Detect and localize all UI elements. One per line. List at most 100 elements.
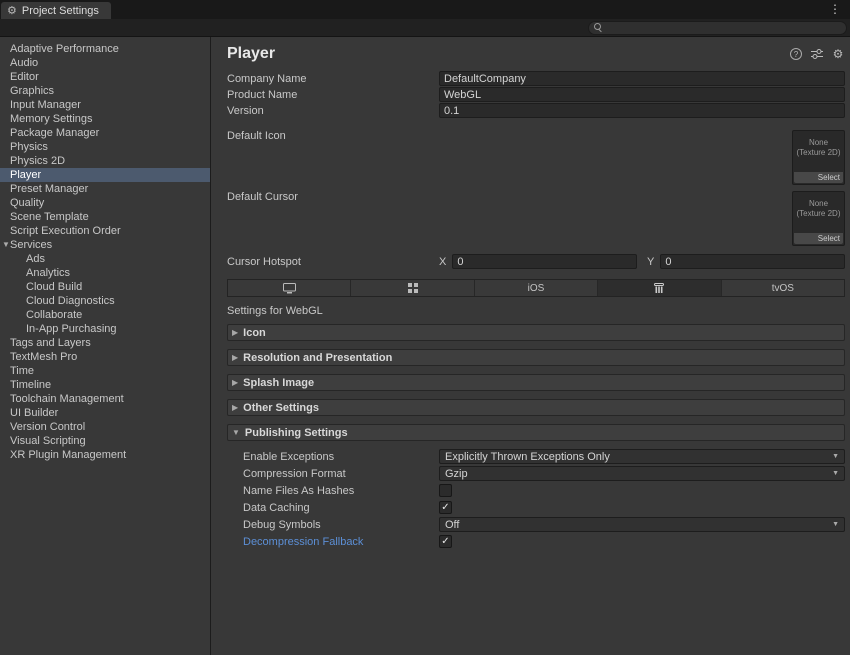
debug-symbols-dropdown[interactable]: Off ▼ xyxy=(439,517,845,532)
section-header[interactable]: ▶ Icon xyxy=(227,324,845,341)
settings-sections: ▶ Icon ▶ Resolution and Presentation ▶ S… xyxy=(227,324,845,416)
search-box[interactable] xyxy=(588,21,847,35)
sidebar-item[interactable]: Physics 2D xyxy=(0,154,210,168)
sidebar-item[interactable]: UI Builder xyxy=(0,406,210,420)
sidebar-item[interactable]: Package Manager xyxy=(0,126,210,140)
decompression-fallback-label[interactable]: Decompression Fallback xyxy=(243,536,439,548)
name-files-as-hashes-label: Name Files As Hashes xyxy=(243,485,439,497)
sidebar-item[interactable]: Cloud Build xyxy=(0,280,210,294)
debug-symbols-label: Debug Symbols xyxy=(243,519,439,531)
version-label: Version xyxy=(227,105,439,117)
sidebar-item-label: Toolchain Management xyxy=(10,393,124,405)
platform-tab-dedicated-server[interactable] xyxy=(351,280,474,296)
section-header[interactable]: ▶ Splash Image xyxy=(227,374,845,391)
sidebar-item[interactable]: Time xyxy=(0,364,210,378)
default-cursor-label: Default Cursor xyxy=(227,191,439,203)
sidebar-item-label: Player xyxy=(10,169,41,181)
sidebar-item[interactable]: Script Execution Order xyxy=(0,224,210,238)
sidebar-item[interactable]: Ads xyxy=(0,252,210,266)
dropdown-value: Explicitly Thrown Exceptions Only xyxy=(445,451,610,463)
default-icon-select-button[interactable]: Select xyxy=(794,172,843,183)
gear-icon[interactable]: ⚙ xyxy=(831,47,845,61)
debug-symbols-row: Debug Symbols Off ▼ xyxy=(227,517,845,532)
sidebar-item[interactable]: TextMesh Pro xyxy=(0,350,210,364)
project-settings-tab[interactable]: ⚙ Project Settings xyxy=(1,2,111,19)
sidebar-item[interactable]: Preset Manager xyxy=(0,182,210,196)
sidebar-item[interactable]: Quality xyxy=(0,196,210,210)
sidebar-item-label: Memory Settings xyxy=(10,113,93,125)
search-icon xyxy=(594,23,603,32)
settings-gear-icon: ⚙ xyxy=(7,4,17,17)
sidebar-item[interactable]: Analytics xyxy=(0,266,210,280)
product-name-field[interactable] xyxy=(439,87,845,102)
monitor-icon xyxy=(283,283,296,294)
cursor-hotspot-row: Cursor Hotspot X Y xyxy=(227,254,845,269)
sidebar-item[interactable]: Physics xyxy=(0,140,210,154)
header-icons: ? ⚙ xyxy=(789,47,845,61)
foldout-collapsed-icon: ▶ xyxy=(232,378,238,387)
sidebar-item[interactable]: Scene Template xyxy=(0,210,210,224)
name-files-as-hashes-checkbox[interactable] xyxy=(439,484,452,497)
sidebar-item[interactable]: Memory Settings xyxy=(0,112,210,126)
sidebar-item[interactable]: Cloud Diagnostics xyxy=(0,294,210,308)
settings-sidebar: Adaptive Performance Audio Editor Graphi… xyxy=(0,37,211,655)
platform-tab-bar: iOS tvOS xyxy=(227,279,845,297)
sidebar-item[interactable]: Version Control xyxy=(0,420,210,434)
enable-exceptions-label: Enable Exceptions xyxy=(243,451,439,463)
sidebar-item-label: Ads xyxy=(26,253,45,265)
decompression-fallback-checkbox[interactable]: ✓ xyxy=(439,535,452,548)
sidebar-item[interactable]: XR Plugin Management xyxy=(0,448,210,462)
section-header-label: Splash Image xyxy=(243,377,314,389)
compression-format-dropdown[interactable]: Gzip ▼ xyxy=(439,466,845,481)
sidebar-item[interactable]: Editor xyxy=(0,70,210,84)
platform-tab-webgl[interactable] xyxy=(598,280,721,296)
sidebar-item[interactable]: Player xyxy=(0,168,210,182)
window-kebab-menu-icon[interactable]: ⋮ xyxy=(829,2,850,19)
section-header[interactable]: ▶ Resolution and Presentation xyxy=(227,349,845,366)
section-header-publishing-settings[interactable]: ▼ Publishing Settings xyxy=(227,424,845,441)
default-icon-row: Default Icon None (Texture 2D) Select xyxy=(227,130,845,185)
default-cursor-object-picker[interactable]: None (Texture 2D) Select xyxy=(792,191,845,246)
cursor-hotspot-label: Cursor Hotspot xyxy=(227,256,439,268)
sidebar-item[interactable]: Timeline xyxy=(0,378,210,392)
default-icon-object-picker[interactable]: None (Texture 2D) Select xyxy=(792,130,845,185)
hotspot-x-field[interactable] xyxy=(452,254,637,269)
sidebar-item[interactable]: In-App Purchasing xyxy=(0,322,210,336)
sidebar-item[interactable]: Graphics xyxy=(0,84,210,98)
sidebar-item[interactable]: ▼ Services xyxy=(0,238,210,252)
sidebar-item[interactable]: Input Manager xyxy=(0,98,210,112)
sidebar-item-label: Time xyxy=(10,365,34,377)
enable-exceptions-dropdown[interactable]: Explicitly Thrown Exceptions Only ▼ xyxy=(439,449,845,464)
settings-for-heading: Settings for WebGL xyxy=(227,305,845,317)
sidebar-item[interactable]: Collaborate xyxy=(0,308,210,322)
sidebar-item-label: Tags and Layers xyxy=(10,337,91,349)
search-input[interactable] xyxy=(607,22,841,33)
help-icon[interactable]: ? xyxy=(789,47,803,61)
section-header[interactable]: ▶ Other Settings xyxy=(227,399,845,416)
sidebar-item-label: Script Execution Order xyxy=(10,225,121,237)
preset-icon[interactable] xyxy=(810,47,824,61)
platform-tab-standalone[interactable] xyxy=(228,280,351,296)
foldout-collapsed-icon: ▶ xyxy=(232,403,238,412)
sidebar-item[interactable]: Toolchain Management xyxy=(0,392,210,406)
platform-tab-ios[interactable]: iOS xyxy=(475,280,598,296)
hotspot-y-field[interactable] xyxy=(660,254,845,269)
sidebar-item[interactable]: Tags and Layers xyxy=(0,336,210,350)
ios-tab-label: iOS xyxy=(528,283,545,294)
version-field[interactable] xyxy=(439,103,845,118)
sidebar-item-label: Adaptive Performance xyxy=(10,43,119,55)
sidebar-item-label: TextMesh Pro xyxy=(10,351,77,363)
content-area: Adaptive Performance Audio Editor Graphi… xyxy=(0,37,850,655)
product-name-row: Product Name xyxy=(227,87,845,102)
default-cursor-select-button[interactable]: Select xyxy=(794,233,843,244)
window-tab-title: Project Settings xyxy=(22,5,99,17)
data-caching-checkbox[interactable]: ✓ xyxy=(439,501,452,514)
sidebar-item[interactable]: Visual Scripting xyxy=(0,434,210,448)
platform-tab-tvos[interactable]: tvOS xyxy=(722,280,844,296)
sidebar-item-label: UI Builder xyxy=(10,407,58,419)
foldout-arrow-icon[interactable]: ▼ xyxy=(2,238,10,252)
company-name-field[interactable] xyxy=(439,71,845,86)
sidebar-item[interactable]: Audio xyxy=(0,56,210,70)
sidebar-item[interactable]: Adaptive Performance xyxy=(0,42,210,56)
company-name-label: Company Name xyxy=(227,73,439,85)
